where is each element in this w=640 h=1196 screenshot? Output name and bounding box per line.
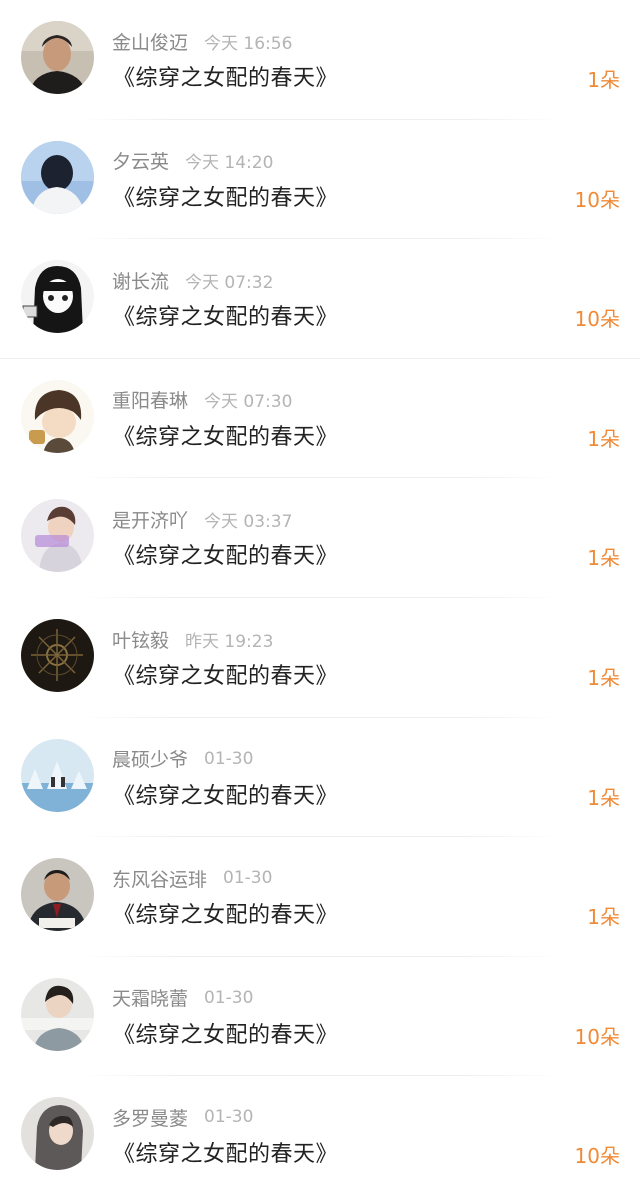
gift-record-row[interactable]: 重阳春琳 今天 07:30 《综穿之女配的春天》 1朵 [0, 359, 640, 479]
book-title[interactable]: 《综穿之女配的春天》 [113, 299, 338, 331]
user-name[interactable]: 晨硕少爷 [112, 745, 188, 772]
record-meta: 是开济吖 今天 03:37 [112, 504, 292, 534]
user-name[interactable]: 谢长流 [112, 267, 169, 294]
avatar[interactable] [21, 738, 94, 812]
record-time: 今天 07:30 [204, 392, 293, 413]
avatar[interactable] [21, 499, 94, 573]
user-name[interactable]: 重阳春琳 [112, 386, 188, 413]
avatar[interactable] [21, 1097, 94, 1171]
gift-record-row[interactable]: 天霜晓蕾 01-30 《综穿之女配的春天》 10朵 [0, 957, 640, 1077]
gift-record-row[interactable]: 东风谷运琲 01-30 《综穿之女配的春天》 1朵 [0, 837, 640, 957]
gift-amount: 10朵 [574, 307, 620, 332]
gift-record-row[interactable]: 夕云英 今天 14:20 《综穿之女配的春天》 10朵 [0, 120, 640, 240]
user-name[interactable]: 是开济吖 [112, 506, 188, 533]
gift-amount: 1朵 [587, 666, 620, 690]
record-time: 昨天 19:23 [185, 631, 274, 652]
gift-amount: 10朵 [574, 1144, 620, 1169]
record-time: 01-30 [204, 987, 254, 1008]
book-title[interactable]: 《综穿之女配的春天》 [113, 778, 338, 810]
avatar[interactable] [21, 140, 94, 214]
record-time: 01-30 [223, 868, 273, 889]
avatar[interactable] [21, 379, 94, 453]
gift-amount: 1朵 [587, 546, 620, 571]
record-time: 今天 14:20 [185, 153, 274, 174]
gift-amount: 1朵 [587, 68, 620, 92]
young-man-avatar [21, 499, 94, 573]
record-time: 01-30 [204, 1107, 254, 1128]
record-time: 01-30 [204, 748, 254, 769]
gift-record-row[interactable]: 金山俊迈 今天 16:56 《综穿之女配的春天》 1朵 [0, 0, 640, 120]
record-time: 今天 03:37 [204, 511, 293, 532]
record-meta: 夕云英 今天 14:20 [112, 146, 273, 176]
book-title[interactable]: 《综穿之女配的春天》 [113, 1136, 338, 1168]
record-meta: 金山俊迈 今天 16:56 [112, 26, 292, 56]
dark-floral-avatar [21, 619, 94, 692]
book-title[interactable]: 《综穿之女配的春天》 [113, 419, 338, 451]
man-portrait-avatar [21, 21, 94, 94]
user-name[interactable]: 夕云英 [112, 147, 169, 174]
book-title[interactable]: 《综穿之女配的春天》 [113, 658, 338, 690]
record-meta: 天霜晓蕾 01-30 [112, 983, 253, 1013]
gift-amount: 10朵 [574, 187, 620, 212]
record-time: 今天 07:32 [185, 272, 274, 293]
record-meta: 晨硕少爷 01-30 [112, 744, 253, 774]
avatar[interactable] [21, 260, 94, 334]
record-meta: 谢长流 今天 07:32 [112, 265, 273, 295]
avatar[interactable] [21, 619, 94, 692]
avatar[interactable] [21, 977, 94, 1051]
gift-amount: 1朵 [587, 426, 620, 451]
avatar[interactable] [21, 858, 94, 932]
gift-record-row[interactable]: 叶铉毅 昨天 19:23 《综穿之女配的春天》 1朵 [0, 598, 640, 718]
gift-record-list: 金山俊迈 今天 16:56 《综穿之女配的春天》 1朵 夕云英 今天 14:20… [0, 0, 640, 1182]
gift-amount: 10朵 [574, 1024, 620, 1049]
record-time: 今天 16:56 [204, 33, 293, 54]
book-title[interactable]: 《综穿之女配的春天》 [113, 180, 338, 212]
user-name[interactable]: 多罗曼菱 [112, 1104, 188, 1131]
boy-caption-avatar [21, 977, 94, 1051]
gift-record-row[interactable]: 谢长流 今天 07:32 《综穿之女配的春天》 10朵 [0, 239, 640, 359]
user-name[interactable]: 叶铉毅 [112, 626, 169, 653]
gift-amount: 1朵 [587, 785, 620, 810]
record-meta: 多罗曼菱 01-30 [112, 1102, 253, 1132]
user-name[interactable]: 天霜晓蕾 [112, 984, 188, 1011]
record-meta: 东风谷运琲 01-30 [112, 863, 272, 893]
gift-amount: 1朵 [587, 905, 620, 930]
record-meta: 叶铉毅 昨天 19:23 [112, 624, 273, 654]
gift-record-row[interactable]: 是开济吖 今天 03:37 《综穿之女配的春天》 1朵 [0, 478, 640, 598]
official-portrait-avatar [21, 858, 94, 932]
book-title[interactable]: 《综穿之女配的春天》 [113, 1017, 338, 1049]
manga-girl-avatar [21, 260, 94, 334]
user-name[interactable]: 东风谷运琲 [112, 865, 207, 892]
back-view-avatar [21, 140, 94, 214]
chibi-character-avatar [21, 379, 94, 453]
book-title[interactable]: 《综穿之女配的春天》 [113, 60, 338, 92]
ice-scene-avatar [21, 738, 94, 812]
avatar[interactable] [21, 21, 94, 94]
hooded-figure-avatar [21, 1097, 94, 1171]
record-meta: 重阳春琳 今天 07:30 [112, 385, 292, 415]
user-name[interactable]: 金山俊迈 [112, 28, 188, 55]
gift-record-row[interactable]: 多罗曼菱 01-30 《综穿之女配的春天》 10朵 [0, 1076, 640, 1196]
book-title[interactable]: 《综穿之女配的春天》 [113, 897, 338, 929]
book-title[interactable]: 《综穿之女配的春天》 [113, 538, 338, 570]
gift-record-row[interactable]: 晨硕少爷 01-30 《综穿之女配的春天》 1朵 [0, 718, 640, 838]
